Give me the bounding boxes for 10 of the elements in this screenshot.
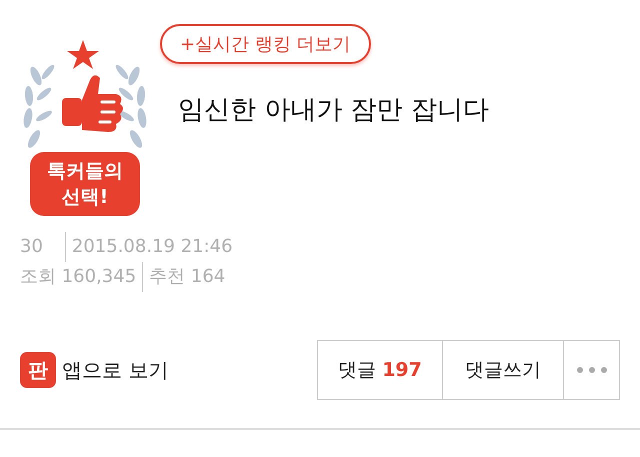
badge-label: 톡커들의 선택!	[30, 152, 140, 216]
ranking-link[interactable]: +실시간 랭킹 더보기	[160, 24, 371, 64]
post-title: 임신한 아내가 잠만 잡니다	[178, 94, 489, 127]
meta-text: 30	[20, 235, 43, 259]
meta-text: 추천 164	[142, 262, 226, 292]
app-link[interactable]: 판 앱으로 보기	[20, 352, 168, 388]
meta-text: 2015.08.19 21:46	[64, 232, 233, 262]
app-icon: 판	[20, 352, 56, 388]
more-icon	[576, 367, 606, 373]
meta-text: 조회 160,345	[20, 265, 136, 289]
